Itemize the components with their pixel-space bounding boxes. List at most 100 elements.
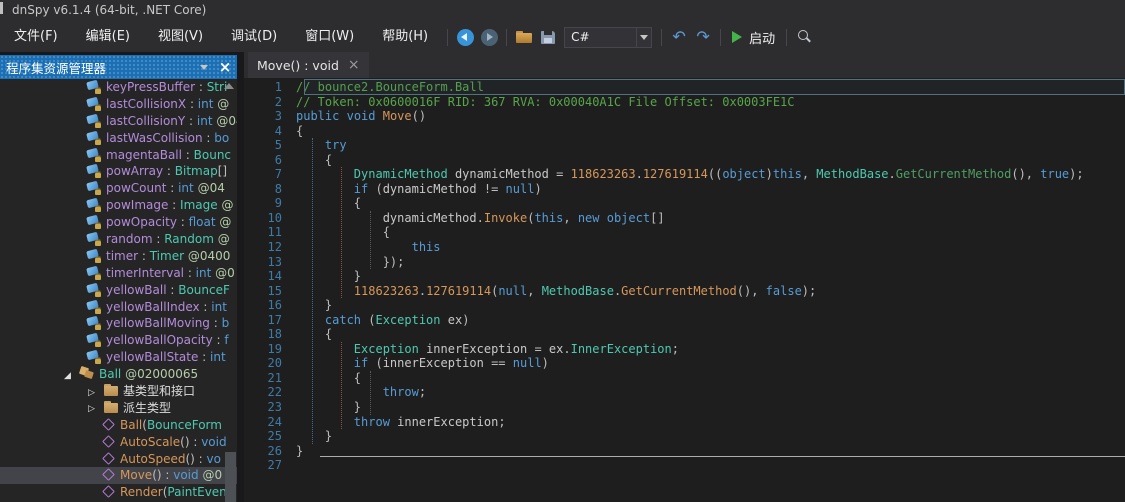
line-number: 8 bbox=[244, 182, 296, 197]
start-debug-button[interactable]: 启动 bbox=[726, 25, 781, 49]
back-button[interactable] bbox=[453, 25, 477, 49]
tree-item[interactable]: yellowBall : BounceF bbox=[0, 282, 237, 299]
tree-item-label: magentaBall : Bounc bbox=[106, 148, 231, 162]
search-button[interactable] bbox=[792, 25, 816, 49]
tree-item[interactable]: ◢ Ball @02000065 bbox=[0, 366, 237, 383]
scrollbar-up-arrow[interactable] bbox=[224, 83, 234, 89]
undo-button[interactable]: ↶ bbox=[667, 25, 691, 49]
tree-item-label: yellowBallIndex : int bbox=[106, 300, 227, 314]
close-icon: × bbox=[219, 60, 232, 75]
open-folder-icon bbox=[516, 31, 532, 43]
start-label: 启动 bbox=[749, 28, 775, 47]
tree-item[interactable]: Render(PaintEven bbox=[0, 484, 237, 501]
folder-icon bbox=[103, 401, 119, 414]
tree-item[interactable]: Ball(BounceForm bbox=[0, 417, 237, 434]
tree-item[interactable]: AutoScale() : void bbox=[0, 434, 237, 451]
tree-item[interactable]: random : Random @ bbox=[0, 231, 237, 248]
title-bar[interactable]: dnSpy v6.1.4 (64-bit, .NET Core) bbox=[0, 0, 1125, 22]
tree-item[interactable]: powArray : Bitmap[] bbox=[0, 163, 237, 180]
tree-item[interactable]: timerInterval : int @0 bbox=[0, 265, 237, 282]
tree-item[interactable]: lastCollisionY : int @04 bbox=[0, 113, 237, 130]
code-line: 21 { bbox=[244, 371, 1125, 386]
panel-close-button[interactable]: × bbox=[216, 58, 234, 76]
toolbar-separator bbox=[720, 29, 721, 46]
panel-header[interactable]: 程序集资源管理器 × bbox=[0, 55, 237, 79]
code-line: 11 { bbox=[244, 225, 1125, 240]
tree-item[interactable]: powCount : int @04 bbox=[0, 180, 237, 197]
tree-item[interactable]: lastCollisionX : int @ bbox=[0, 96, 237, 113]
tree-item[interactable]: yellowBallIndex : int bbox=[0, 299, 237, 316]
tree-item[interactable]: powOpacity : float @ bbox=[0, 214, 237, 231]
toolbar-separator bbox=[661, 29, 662, 46]
tree-item[interactable]: ▷派生类型 bbox=[0, 400, 237, 417]
field-lock-icon bbox=[86, 131, 102, 144]
menu-item[interactable]: 帮助(H) bbox=[368, 26, 442, 48]
expander-expanded-icon[interactable]: ◢ bbox=[64, 368, 79, 383]
code-line: 19 Exception innerException = ex.InnerEx… bbox=[244, 342, 1125, 357]
tree-item[interactable]: yellowBallOpacity : f bbox=[0, 332, 237, 349]
tree-item[interactable]: yellowBallMoving : b bbox=[0, 315, 237, 332]
tree-item-label: yellowBall : BounceF bbox=[106, 283, 230, 297]
field-lock-icon bbox=[86, 283, 102, 296]
scrollbar-thumb[interactable] bbox=[225, 452, 236, 502]
line-number: 1 bbox=[244, 80, 296, 95]
line-number: 10 bbox=[244, 211, 296, 226]
assembly-tree[interactable]: keyPressBuffer : StrilastCollisionX : in… bbox=[0, 79, 237, 502]
open-file-button[interactable] bbox=[512, 25, 536, 49]
toolbar-separator bbox=[786, 29, 787, 46]
tree-item-label: AutoScale() : void bbox=[120, 435, 227, 449]
menu-item[interactable]: 编辑(E) bbox=[72, 26, 144, 48]
expander-collapsed-icon[interactable]: ▷ bbox=[88, 385, 103, 400]
tree-item-label: yellowBallState : int bbox=[106, 350, 226, 364]
field-lock-icon bbox=[86, 181, 102, 194]
redo-icon: ↷ bbox=[696, 29, 709, 45]
tree-item[interactable]: keyPressBuffer : Stri bbox=[0, 79, 237, 96]
field-lock-icon bbox=[86, 215, 102, 228]
method-icon bbox=[100, 418, 116, 431]
tree-item[interactable]: timer : Timer @0400 bbox=[0, 248, 237, 265]
menu-item[interactable]: 窗口(W) bbox=[291, 26, 368, 48]
tree-item-label: Ball @02000065 bbox=[99, 367, 198, 381]
language-selector[interactable]: C# bbox=[564, 27, 652, 48]
tree-item[interactable]: Move() : void @0 bbox=[0, 467, 237, 484]
line-number: 24 bbox=[244, 415, 296, 430]
line-number: 16 bbox=[244, 298, 296, 313]
code-line: 26} bbox=[244, 444, 1125, 459]
line-number: 25 bbox=[244, 429, 296, 444]
line-number: 27 bbox=[244, 458, 296, 473]
forward-button[interactable] bbox=[477, 25, 501, 49]
code-editor[interactable]: 1// bounce2.BounceForm.Ball2// Token: 0x… bbox=[244, 78, 1125, 502]
tree-item[interactable]: magentaBall : Bounc bbox=[0, 147, 237, 164]
menu-item[interactable]: 文件(F) bbox=[0, 26, 72, 48]
line-number: 7 bbox=[244, 167, 296, 182]
tree-item-label: timerInterval : int @0 bbox=[106, 266, 235, 280]
tree-item-label: Ball(BounceForm bbox=[120, 418, 222, 432]
tab-move-void[interactable]: Move() : void × bbox=[248, 52, 369, 78]
redo-button[interactable]: ↷ bbox=[691, 25, 715, 49]
line-number: 15 bbox=[244, 284, 296, 299]
menu-item[interactable]: 视图(V) bbox=[144, 26, 217, 48]
menu-item[interactable]: 调试(D) bbox=[217, 26, 291, 48]
field-lock-icon bbox=[86, 266, 102, 279]
tree-item[interactable]: AutoSpeed() : vo bbox=[0, 451, 237, 468]
tree-item[interactable]: lastWasCollision : bo bbox=[0, 130, 237, 147]
expander-collapsed-icon[interactable]: ▷ bbox=[88, 401, 103, 416]
tree-item-label: 基类型和接口 bbox=[123, 384, 195, 398]
save-all-button[interactable] bbox=[536, 25, 560, 49]
language-dropdown-button[interactable] bbox=[636, 28, 651, 47]
tree-item-label: AutoSpeed() : vo bbox=[120, 452, 221, 466]
tree-item-label: powArray : Bitmap[] bbox=[106, 164, 227, 178]
method-icon bbox=[100, 485, 116, 498]
tree-item-label: yellowBallMoving : b bbox=[106, 316, 229, 330]
tree-item[interactable]: powImage : Image @ bbox=[0, 197, 237, 214]
line-number: 21 bbox=[244, 371, 296, 386]
tab-close-icon[interactable]: × bbox=[348, 58, 360, 72]
line-number: 20 bbox=[244, 356, 296, 371]
line-number: 3 bbox=[244, 109, 296, 124]
tree-item-label: Render(PaintEven bbox=[120, 485, 227, 499]
panel-menu-button[interactable] bbox=[195, 58, 213, 76]
tree-item[interactable]: ▷ 基类型和接口 bbox=[0, 383, 237, 400]
line-number: 13 bbox=[244, 255, 296, 270]
tree-item[interactable]: yellowBallState : int bbox=[0, 349, 237, 366]
member-end-separator bbox=[320, 456, 1125, 457]
